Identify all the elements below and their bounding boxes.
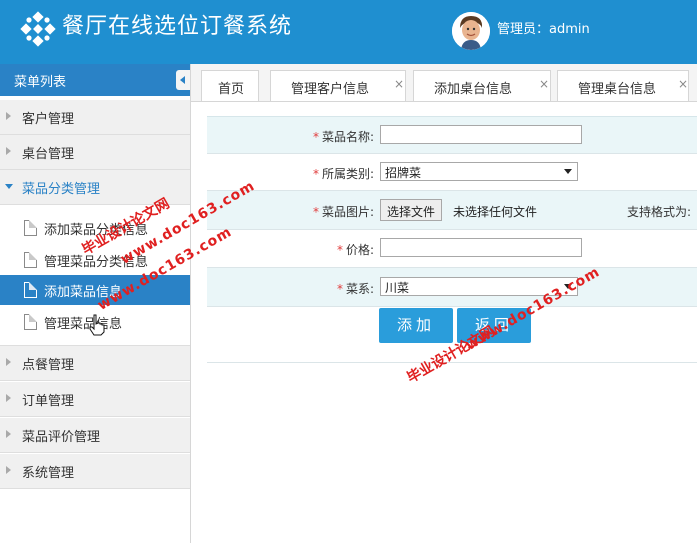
chevron-right-icon <box>6 466 11 474</box>
category-select[interactable]: 招牌菜 <box>380 162 578 181</box>
close-icon[interactable]: × <box>394 77 404 91</box>
tab-manage-customers[interactable]: 管理客户信息 × <box>270 70 406 101</box>
sidebar-item-system[interactable]: 系统管理 <box>0 454 190 489</box>
price-input[interactable] <box>380 238 582 257</box>
sidebar-item-label: 系统管理 <box>22 466 75 481</box>
chevron-right-icon <box>6 430 11 438</box>
header-bar: 餐厅在线选位订餐系统 管理员：admin <box>0 0 697 64</box>
hand-cursor-icon <box>89 314 105 336</box>
menu-title: 菜单列表 <box>14 75 67 90</box>
sidebar-item-label: 订单管理 <box>22 394 75 409</box>
tab-label: 首页 <box>218 82 245 97</box>
logo-icon <box>20 11 56 47</box>
chevron-right-icon <box>6 358 11 366</box>
chevron-down-icon <box>564 169 572 174</box>
cuisine-row: * 菜系: 川菜 <box>207 268 697 307</box>
sidebar-item-customer[interactable]: 客户管理 <box>0 100 190 135</box>
sidebar: 菜单列表 客户管理 桌台管理 菜品分类管理 添加菜品分类信息 管理菜品分类信息 … <box>0 64 191 543</box>
sidebar-item-label: 菜品分类管理 <box>22 182 101 197</box>
category-label: * 所属类别: <box>312 167 374 181</box>
tab-label: 管理桌台信息 <box>578 82 657 97</box>
menu-title-bar: 菜单列表 <box>0 64 190 96</box>
sidebar-item-label: 桌台管理 <box>22 147 75 162</box>
tab-add-tables[interactable]: 添加桌台信息 × <box>413 70 551 101</box>
admin-label: 管理员：admin <box>497 22 590 37</box>
sidebar-subitem-label: 管理菜品信息 <box>44 317 123 332</box>
close-icon[interactable]: × <box>539 77 549 91</box>
document-icon <box>24 314 37 330</box>
price-label: * 价格: <box>336 243 374 257</box>
file-status: 未选择任何文件 <box>453 205 538 219</box>
dish-name-label: * 菜品名称: <box>312 130 374 144</box>
sidebar-item-orders[interactable]: 订单管理 <box>0 382 190 417</box>
support-formats: 支持格式为: <box>627 205 692 219</box>
image-row: * 菜品图片: 选择文件 未选择任何文件 支持格式为: <box>207 191 697 230</box>
tab-label: 添加桌台信息 <box>434 82 513 97</box>
image-label: * 菜品图片: <box>312 205 374 219</box>
price-row: * 价格: <box>207 230 697 268</box>
cuisine-label: * 菜系: <box>336 282 374 296</box>
close-icon[interactable]: × <box>678 77 688 91</box>
sidebar-item-label: 点餐管理 <box>22 358 75 373</box>
sidebar-item-reviews[interactable]: 菜品评价管理 <box>0 418 190 453</box>
document-icon <box>24 282 37 298</box>
app-title: 餐厅在线选位订餐系统 <box>62 14 293 39</box>
tab-label: 管理客户信息 <box>291 82 370 97</box>
sidebar-item-table[interactable]: 桌台管理 <box>0 135 190 170</box>
category-value: 招牌菜 <box>385 166 422 180</box>
sidebar-item-ordering[interactable]: 点餐管理 <box>0 346 190 381</box>
cuisine-value: 川菜 <box>385 281 410 295</box>
dish-name-input[interactable] <box>380 125 582 144</box>
tab-bar: 首页 管理客户信息 × 添加桌台信息 × 管理桌台信息 × <box>191 64 697 102</box>
chevron-right-icon <box>6 394 11 402</box>
chevron-right-icon <box>6 112 11 120</box>
chevron-right-icon <box>6 147 11 155</box>
avatar[interactable] <box>452 12 490 50</box>
tab-home[interactable]: 首页 <box>201 70 259 101</box>
sidebar-item-label: 菜品评价管理 <box>22 430 101 445</box>
sidebar-item-label: 客户管理 <box>22 112 75 127</box>
content-area: * 菜品名称: * 所属类别: 招牌菜 * 菜品图片: 选择文件 未选择任何文件 支持… <box>191 102 697 543</box>
choose-file-button[interactable]: 选择文件 <box>380 199 443 221</box>
tab-manage-tables[interactable]: 管理桌台信息 × <box>557 70 689 101</box>
collapse-sidebar-button[interactable] <box>176 70 190 90</box>
category-row: * 所属类别: 招牌菜 <box>207 154 697 191</box>
document-icon <box>24 220 37 236</box>
add-button[interactable]: 添加 <box>379 308 453 343</box>
avatar-icon <box>452 12 490 50</box>
document-icon <box>24 252 37 268</box>
dish-name-row: * 菜品名称: <box>207 117 697 154</box>
chevron-down-icon <box>5 184 13 189</box>
